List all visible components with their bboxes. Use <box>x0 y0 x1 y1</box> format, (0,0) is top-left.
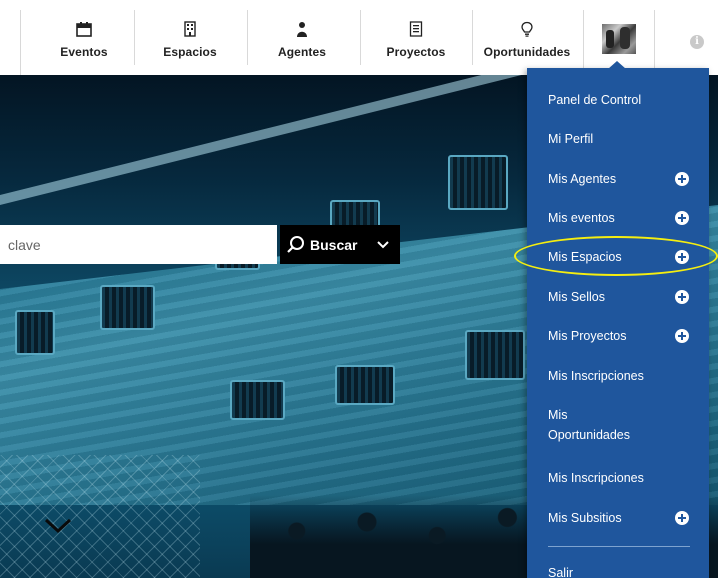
add-icon[interactable] <box>675 211 689 225</box>
hero-window <box>465 330 525 380</box>
chevron-down-icon[interactable] <box>44 518 72 534</box>
menu-item-mis-oportunidades[interactable]: Mis Oportunidades <box>548 405 630 445</box>
search-input[interactable] <box>0 225 277 264</box>
menu-item-mi-perfil[interactable]: Mi Perfil <box>548 129 698 149</box>
menu-item-salir[interactable]: Salir <box>548 563 698 578</box>
nav-divider <box>134 10 135 65</box>
hero-window <box>335 365 395 405</box>
nav-item-espacios[interactable]: Espacios <box>158 0 222 75</box>
nav-item-oportunidades[interactable]: Oportunidades <box>480 0 574 75</box>
user-menu-dropdown: Panel de Control Mi Perfil Mis Agentes M… <box>527 68 709 578</box>
person-icon <box>297 22 307 37</box>
calendar-icon <box>76 22 92 37</box>
nav-item-eventos[interactable]: Eventos <box>48 0 120 75</box>
hero-window <box>100 285 155 330</box>
add-icon[interactable] <box>675 511 689 525</box>
nav-item-agentes[interactable]: Agentes <box>270 0 334 75</box>
building-icon <box>184 21 196 37</box>
nav-label: Espacios <box>163 45 217 59</box>
add-icon[interactable] <box>675 329 689 343</box>
menu-divider <box>548 546 690 547</box>
chevron-down-icon[interactable] <box>377 240 390 249</box>
menu-item-mis-inscripciones[interactable]: Mis Inscripciones <box>548 366 698 386</box>
nav-label: Proyectos <box>386 45 446 59</box>
add-icon[interactable] <box>675 290 689 304</box>
menu-item-panel-de-control[interactable]: Panel de Control <box>548 90 698 110</box>
nav-label: Eventos <box>60 45 108 59</box>
hero-window <box>15 310 55 355</box>
document-icon <box>409 21 423 37</box>
info-icon[interactable]: i <box>690 35 704 49</box>
hero-window <box>230 380 285 420</box>
dropdown-caret <box>608 61 626 69</box>
lightbulb-icon <box>521 21 533 37</box>
nav-divider <box>20 10 21 75</box>
nav-divider <box>472 10 473 65</box>
add-icon[interactable] <box>675 172 689 186</box>
search-button-label: Buscar <box>310 236 358 253</box>
nav-divider <box>247 10 248 65</box>
add-icon[interactable] <box>675 250 689 264</box>
nav-item-proyectos[interactable]: Proyectos <box>380 0 452 75</box>
user-menu-toggle[interactable] <box>583 10 655 68</box>
search-icon <box>287 235 304 253</box>
menu-item-mis-inscripciones[interactable]: Mis Inscripciones <box>548 468 698 488</box>
hero-window <box>448 155 508 210</box>
hero-truss <box>0 455 200 578</box>
nav-label: Agentes <box>277 45 327 59</box>
avatar[interactable] <box>602 24 636 54</box>
search-button[interactable]: Buscar <box>280 225 400 264</box>
nav-label: Oportunidades <box>483 45 571 59</box>
nav-divider <box>360 10 361 65</box>
